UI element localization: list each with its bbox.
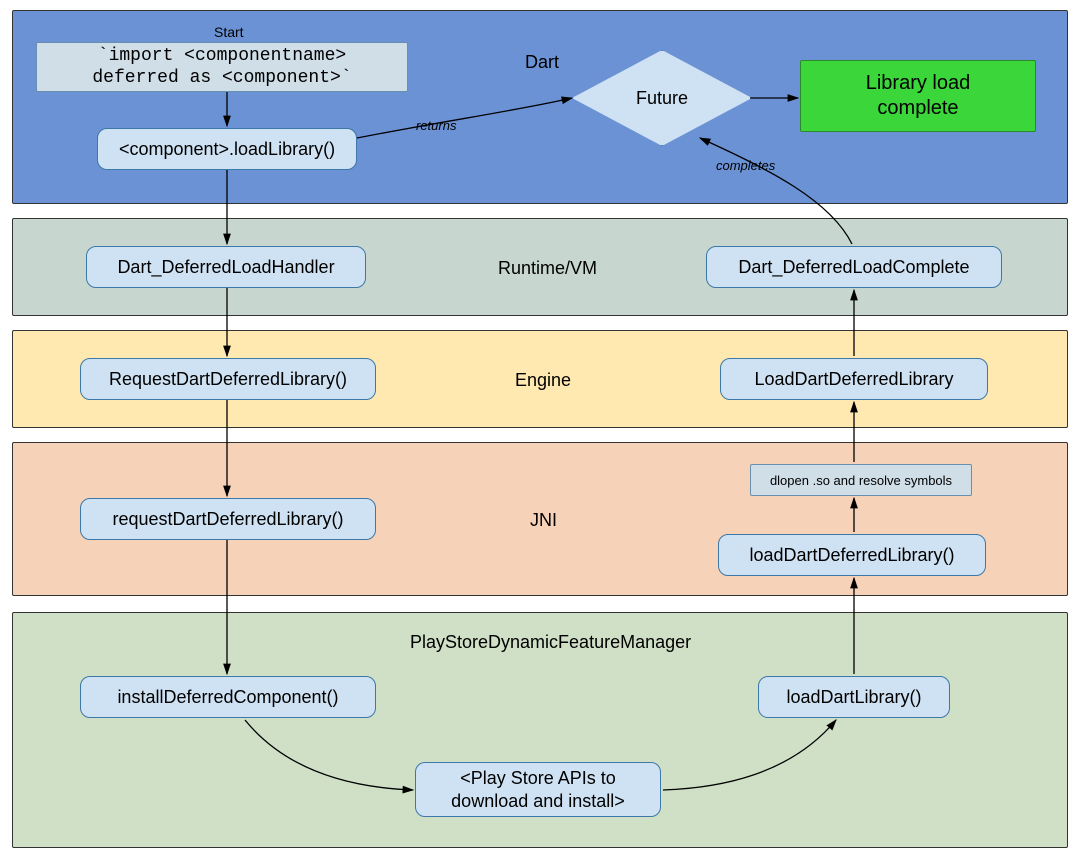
node-complete: Library load complete bbox=[800, 60, 1036, 132]
node-play-apis: <Play Store APIs to download and install… bbox=[415, 762, 661, 817]
layer-runtime-label: Runtime/VM bbox=[498, 258, 597, 279]
start-label: Start bbox=[214, 24, 244, 40]
layer-engine-label: Engine bbox=[515, 370, 571, 391]
flowchart-canvas: Dart Runtime/VM Engine JNI PlayStoreDyna… bbox=[0, 0, 1080, 864]
node-load-engine: LoadDartDeferredLibrary bbox=[720, 358, 988, 400]
layer-dart-label: Dart bbox=[525, 52, 559, 73]
edge-completes: completes bbox=[716, 158, 775, 173]
layer-jni-label: JNI bbox=[530, 510, 557, 531]
node-request-jni: requestDartDeferredLibrary() bbox=[80, 498, 376, 540]
node-request-engine: RequestDartDeferredLibrary() bbox=[80, 358, 376, 400]
node-deferred-complete: Dart_DeferredLoadComplete bbox=[706, 246, 1002, 288]
node-install-component: installDeferredComponent() bbox=[80, 676, 376, 718]
node-load-dart-lib: loadDartLibrary() bbox=[758, 676, 950, 718]
edge-returns: returns bbox=[416, 118, 456, 133]
node-import: `import <componentname> deferred as <com… bbox=[36, 42, 408, 92]
node-load-jni: loadDartDeferredLibrary() bbox=[718, 534, 986, 576]
node-dlopen: dlopen .so and resolve symbols bbox=[750, 464, 972, 496]
node-deferred-handler: Dart_DeferredLoadHandler bbox=[86, 246, 366, 288]
node-loadlibrary: <component>.loadLibrary() bbox=[97, 128, 357, 170]
layer-play-label: PlayStoreDynamicFeatureManager bbox=[410, 632, 691, 653]
node-future-label: Future bbox=[572, 50, 752, 146]
node-future: Future bbox=[572, 50, 752, 146]
